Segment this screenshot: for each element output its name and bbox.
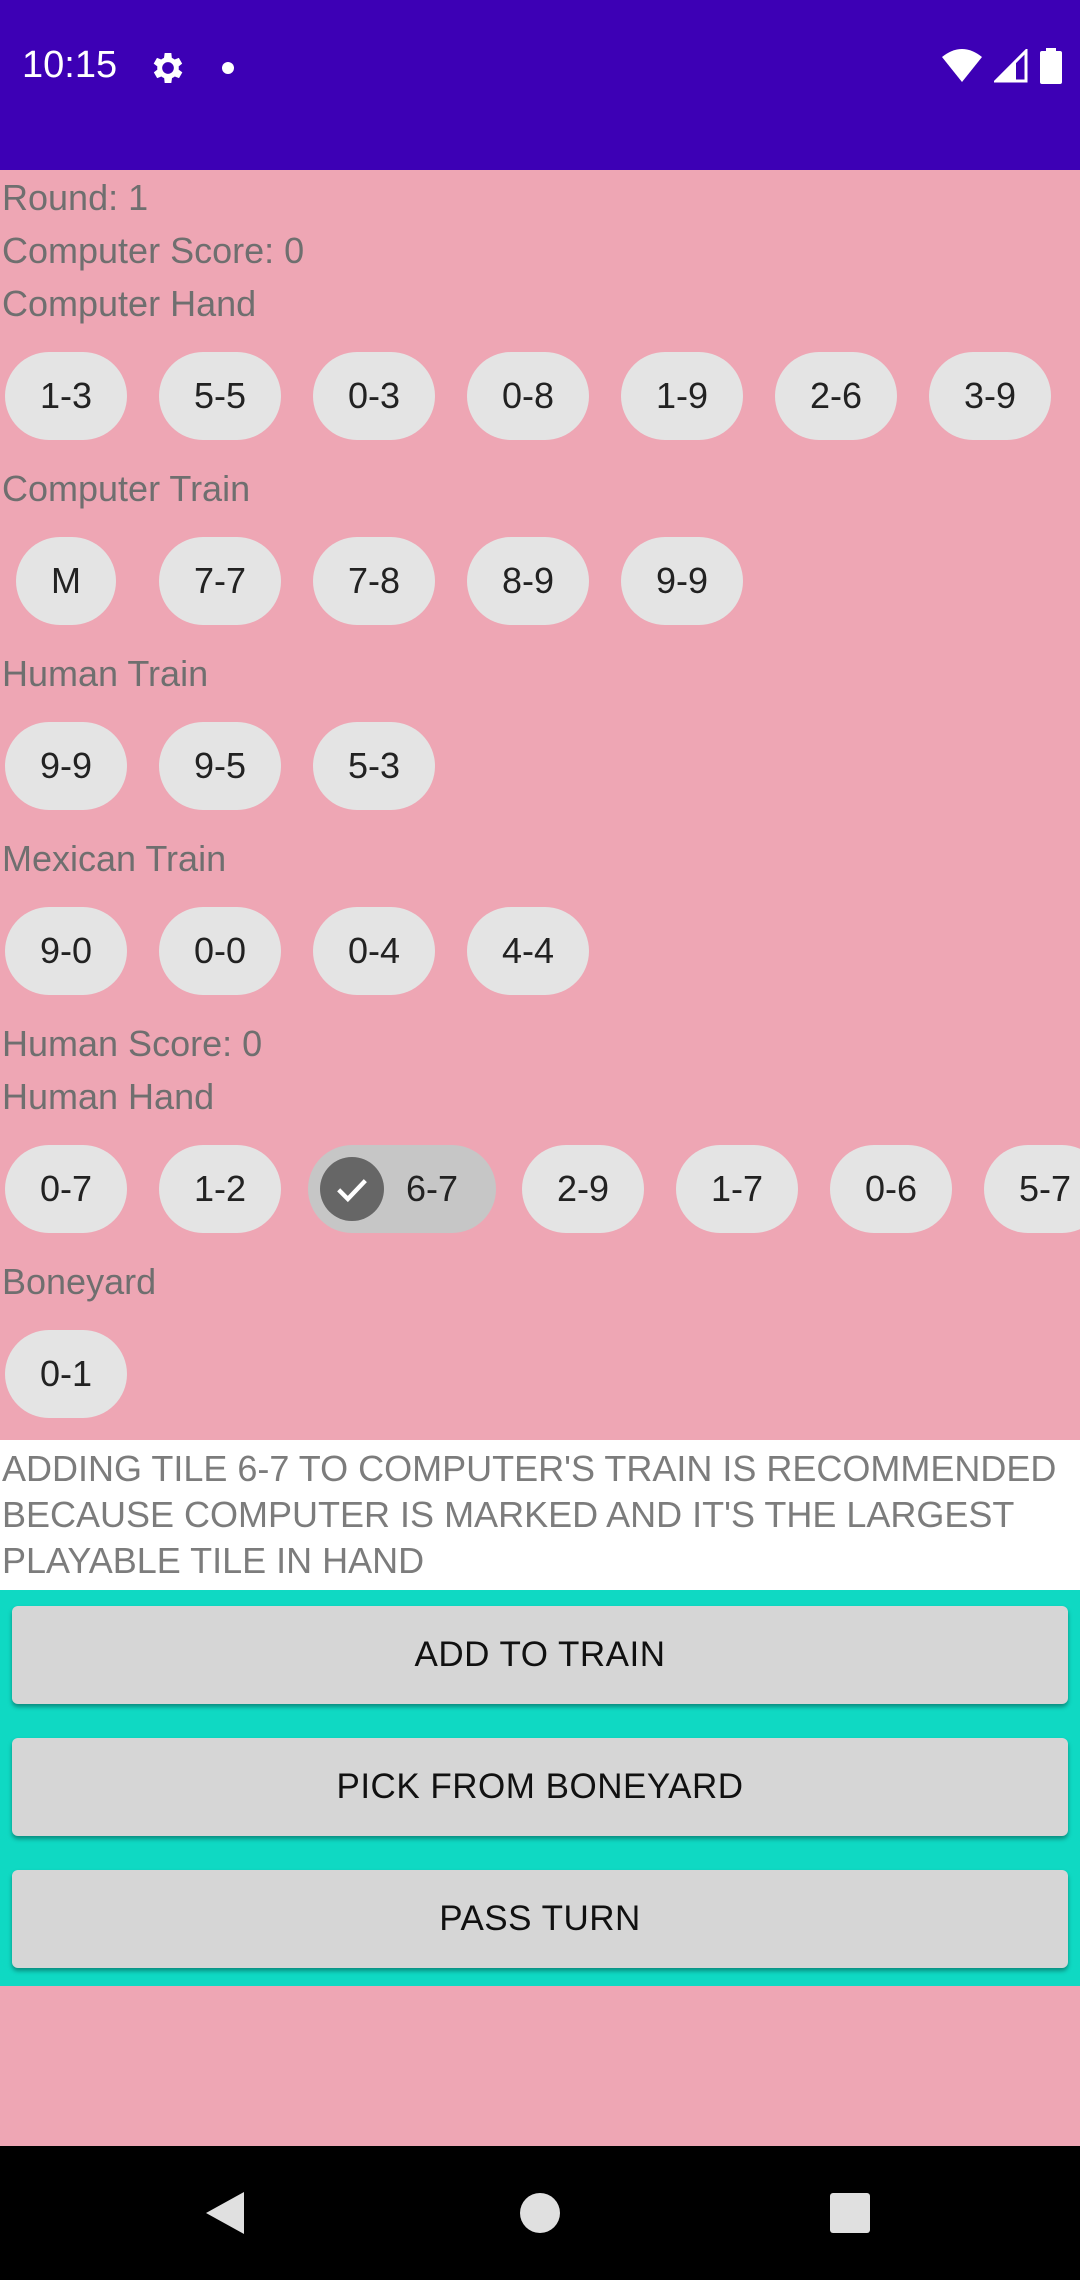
cell-signal-icon (994, 49, 1028, 83)
notification-dot-icon (222, 62, 234, 74)
recents-icon[interactable] (829, 2192, 871, 2234)
status-bar: 10:15 (0, 0, 1080, 170)
human-train-tile[interactable]: 9-9 (5, 722, 127, 810)
recommendation-message: ADDING TILE 6-7 TO COMPUTER'S TRAIN IS R… (0, 1440, 1080, 1590)
computer-hand-tile[interactable]: 2-6 (775, 352, 897, 440)
mexican-train-tile[interactable]: 0-0 (159, 907, 281, 995)
human-train-tile[interactable]: 9-5 (159, 722, 281, 810)
computer-train-tile[interactable]: 8-9 (467, 537, 589, 625)
human-hand-tile[interactable]: 1-2 (159, 1145, 281, 1233)
computer-hand-tile[interactable]: 0-3 (313, 352, 435, 440)
message-line: BECAUSE COMPUTER IS MARKED AND IT'S THE … (2, 1494, 1015, 1535)
navigation-bar (0, 2146, 1080, 2280)
computer-score-label: Computer Score: 0 (2, 230, 305, 271)
pick-from-boneyard-button[interactable]: PICK FROM BONEYARD (12, 1738, 1068, 1836)
mexican-train-label: Mexican Train (2, 838, 227, 879)
round-label: Round: 1 (2, 177, 149, 218)
computer-hand-row: 1-3 5-5 0-3 0-8 1-9 2-6 3-9 (0, 352, 1080, 440)
selected-tile-label: 6-7 (406, 1168, 459, 1209)
human-score-label: Human Score: 0 (2, 1023, 263, 1064)
mexican-train-tile[interactable]: 0-4 (313, 907, 435, 995)
human-hand-tile-selected[interactable]: 6-7 (308, 1145, 496, 1233)
computer-train-row: M 7-7 7-8 8-9 9-9 (0, 537, 1080, 625)
action-panel: ADD TO TRAIN PICK FROM BONEYARD PASS TUR… (0, 1590, 1080, 1986)
computer-hand-tile[interactable]: 5-5 (159, 352, 281, 440)
boneyard-row: 0-1 (0, 1330, 1080, 1418)
human-train-label: Human Train (2, 653, 209, 694)
human-hand-tile[interactable]: 0-7 (5, 1145, 127, 1233)
wifi-icon (942, 49, 982, 82)
message-line: ADDING TILE 6-7 TO COMPUTER'S TRAIN IS R… (2, 1448, 1057, 1489)
computer-train-tile[interactable]: M (16, 537, 116, 625)
human-train-tile[interactable]: 5-3 (313, 722, 435, 810)
game-board: Round: 1 Computer Score: 0 Computer Hand… (0, 170, 1080, 1440)
mexican-train-tile[interactable]: 4-4 (467, 907, 589, 995)
computer-train-tile[interactable]: 7-7 (159, 537, 281, 625)
computer-hand-tile[interactable]: 3-9 (929, 352, 1051, 440)
pass-turn-button[interactable]: PASS TURN (12, 1870, 1068, 1968)
gear-icon (153, 53, 183, 83)
status-time: 10:15 (22, 44, 118, 86)
human-hand-tile[interactable]: 2-9 (522, 1145, 644, 1233)
back-icon[interactable] (204, 2190, 246, 2236)
computer-train-tile[interactable]: 7-8 (313, 537, 435, 625)
computer-hand-label: Computer Hand (2, 283, 257, 324)
computer-hand-tile[interactable]: 1-9 (621, 352, 743, 440)
computer-train-label: Computer Train (2, 468, 251, 509)
battery-icon (1040, 48, 1062, 84)
human-train-row: 9-9 9-5 5-3 (0, 722, 1080, 810)
mexican-train-row: 9-0 0-0 0-4 4-4 (0, 907, 1080, 995)
human-hand-row: 0-7 1-2 6-7 2-9 1-7 0-6 5-7 (0, 1145, 1080, 1233)
home-icon[interactable] (519, 2192, 561, 2234)
human-hand-tile[interactable]: 1-7 (676, 1145, 798, 1233)
add-to-train-button[interactable]: ADD TO TRAIN (12, 1606, 1068, 1704)
human-hand-tile[interactable]: 5-7 (984, 1145, 1080, 1233)
human-hand-label: Human Hand (2, 1076, 215, 1117)
boneyard-label: Boneyard (2, 1261, 157, 1302)
computer-hand-tile[interactable]: 1-3 (5, 352, 127, 440)
computer-hand-tile[interactable]: 0-8 (467, 352, 589, 440)
message-line: PLAYABLE TILE IN HAND (2, 1540, 425, 1581)
check-icon (320, 1157, 384, 1221)
human-hand-tile[interactable]: 0-6 (830, 1145, 952, 1233)
computer-train-tile[interactable]: 9-9 (621, 537, 743, 625)
mexican-train-tile[interactable]: 9-0 (5, 907, 127, 995)
boneyard-tile[interactable]: 0-1 (5, 1330, 127, 1418)
